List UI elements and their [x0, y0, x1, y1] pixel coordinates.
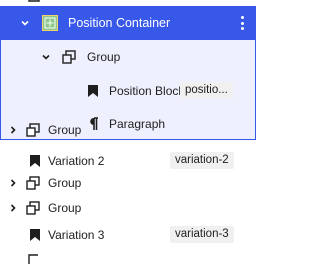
anchor-badge: positio... — [180, 82, 233, 99]
tree-item-label: Variation 3 — [48, 228, 105, 242]
position-icon — [42, 15, 58, 31]
group-icon — [28, 0, 40, 4]
chevron-right-icon[interactable] — [8, 125, 18, 135]
tree-item-label: Group — [48, 176, 82, 190]
group-icon — [26, 176, 40, 190]
bookmark-icon — [86, 84, 100, 98]
chevron-right-icon[interactable] — [8, 178, 18, 188]
tree-item-label: Group — [48, 123, 82, 137]
bookmark-icon — [28, 228, 42, 242]
tree-item-position-container[interactable]: Position Container — [0, 6, 256, 40]
tree-item-position-block[interactable]: Position Block positio... — [0, 74, 256, 108]
tree-item-label: Position Container — [68, 16, 171, 30]
group-icon — [62, 50, 76, 64]
tree-item-label: Group — [48, 201, 82, 215]
more-vertical-icon[interactable] — [240, 16, 244, 30]
tree-item-group-1[interactable]: Group — [0, 113, 256, 147]
chevron-down-icon[interactable] — [20, 18, 30, 28]
group-icon — [26, 201, 40, 215]
chevron-down-icon[interactable] — [41, 52, 51, 62]
tree-item-label: Group — [87, 50, 121, 64]
tree-item-group-inner[interactable]: Group — [0, 40, 256, 74]
tree-item-label: Position Block — [109, 84, 185, 98]
chevron-right-icon[interactable] — [8, 203, 18, 213]
group-icon — [28, 251, 40, 264]
group-icon — [26, 123, 40, 137]
tree-item-variation-3[interactable]: Variation 3 variation-3 — [0, 218, 256, 252]
anchor-badge: variation-3 — [170, 226, 234, 243]
